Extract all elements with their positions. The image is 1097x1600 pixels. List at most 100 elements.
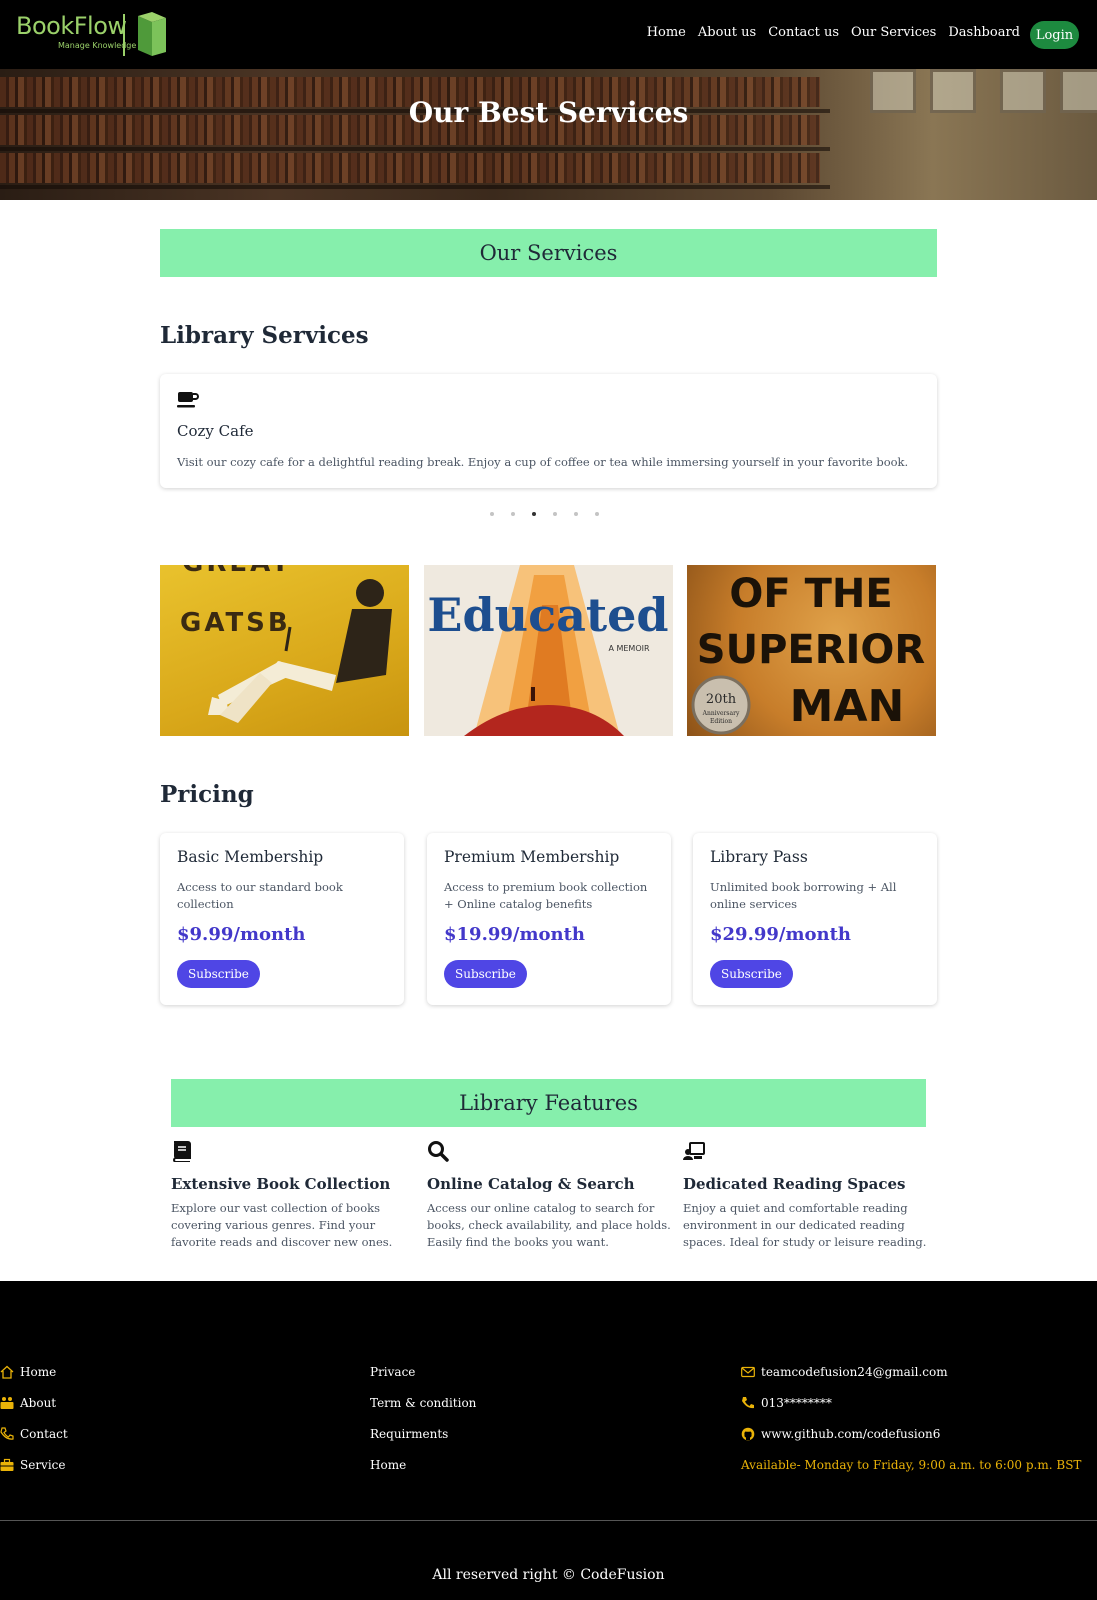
pricing-heading: Pricing <box>160 781 254 808</box>
phone-icon <box>742 1397 754 1409</box>
footer-link-label: About <box>20 1396 57 1410</box>
feature-description: Explore our vast collection of books cov… <box>171 1201 393 1249</box>
book-cover-educated[interactable]: Educated A MEMOIR <box>424 565 673 736</box>
feature-title: Extensive Book Collection <box>171 1175 391 1193</box>
main-nav: Home About us Contact us Our Services Da… <box>647 25 1020 40</box>
book-icon <box>173 1141 191 1162</box>
footer-link-requirements[interactable]: Requirments <box>370 1427 448 1441</box>
footer-link-about[interactable]: About <box>0 1396 56 1410</box>
cover-word: OF THE <box>729 571 892 617</box>
gatsby-cover-art: GREAT GATSB <box>180 565 392 723</box>
anniversary-badge-text: 20th <box>706 692 737 707</box>
footer-link-terms[interactable]: Term & condition <box>370 1396 476 1410</box>
navbar: BookFlow Manage Knowledge Home About us … <box>0 0 1097 69</box>
subscribe-button-library-pass[interactable]: Subscribe <box>710 960 793 988</box>
service-name: Cozy Cafe <box>177 422 254 440</box>
plan-description: Access to our standard book collection <box>177 880 343 911</box>
carousel-dot[interactable] <box>511 512 515 516</box>
footer-link-service[interactable]: Service <box>0 1458 66 1472</box>
cover-word: A MEMOIR <box>608 644 650 653</box>
footer-link-label: Contact <box>20 1427 68 1441</box>
home-icon <box>0 1365 14 1379</box>
contact-github[interactable]: www.github.com/codefusion6 <box>741 1427 940 1441</box>
cover-word: GATSB <box>180 608 291 638</box>
briefcase-icon <box>0 1458 14 1471</box>
phone-icon <box>0 1427 14 1440</box>
educated-cover-art: Educated A MEMOIR <box>427 565 669 736</box>
feature-description: Enjoy a quiet and comfortable reading en… <box>683 1201 927 1249</box>
plan-price: $9.99/month <box>177 924 306 945</box>
contact-phone-text: 013******** <box>761 1396 832 1410</box>
footer-link-label: Home <box>20 1365 57 1379</box>
shelf <box>0 147 830 151</box>
plan-price: $29.99/month <box>710 924 852 945</box>
mail-icon <box>741 1366 755 1378</box>
plan-name: Premium Membership <box>444 848 620 866</box>
plan-description: Access to premium book collection + Onli… <box>444 880 648 911</box>
pricing-card-basic: Basic Membership Access to our standard … <box>160 833 404 1005</box>
coffee-cup-icon <box>177 392 199 408</box>
contact-github-text: www.github.com/codefusion6 <box>761 1427 941 1441</box>
plan-description: Unlimited book borrowing + All online se… <box>710 880 897 911</box>
nav-home[interactable]: Home <box>647 25 686 40</box>
footer-link-contact[interactable]: Contact <box>0 1427 68 1441</box>
bookflow-logo[interactable]: BookFlow Manage Knowledge <box>16 12 166 58</box>
service-description: Visit our cozy cafe for a delightful rea… <box>177 455 909 469</box>
anniversary-badge-text: Edition <box>710 718 732 725</box>
library-services-heading: Library Services <box>160 322 369 349</box>
footer-link-home-secondary[interactable]: Home <box>370 1458 406 1472</box>
carousel-dot-active[interactable] <box>532 512 536 516</box>
service-card-cozy-cafe: Cozy Cafe Visit our cozy cafe for a deli… <box>160 374 937 488</box>
reading-space-icon <box>683 1142 705 1160</box>
contact-phone[interactable]: 013******** <box>741 1396 832 1410</box>
github-icon <box>741 1427 755 1441</box>
cover-word: Educated <box>427 588 668 642</box>
feature-description: Access our online catalog to search for … <box>427 1201 671 1249</box>
cover-word: SUPERIOR <box>697 627 925 673</box>
cover-word: GREAT <box>182 565 292 578</box>
hero-banner: Our Best Services <box>0 69 1097 200</box>
bookshelf-row <box>0 153 820 183</box>
hero-title: Our Best Services <box>408 96 689 129</box>
about-icon <box>0 1397 14 1409</box>
footer-link-privacy[interactable]: Privace <box>370 1365 415 1379</box>
subscribe-button-premium[interactable]: Subscribe <box>444 960 527 988</box>
book-cover-way-of-the-superior-man[interactable]: OF THE SUPERIOR MAN 20th Anniversary Edi… <box>687 565 936 736</box>
footer-link-label: Service <box>20 1458 66 1472</box>
search-icon <box>428 1141 449 1162</box>
superior-man-cover-art: OF THE SUPERIOR MAN 20th Anniversary Edi… <box>691 571 925 735</box>
anniversary-badge-text: Anniversary <box>702 710 740 717</box>
our-services-banner: Our Services <box>160 229 937 277</box>
cover-word: MAN <box>790 681 905 732</box>
feature-title: Online Catalog & Search <box>427 1175 635 1193</box>
subscribe-button-basic[interactable]: Subscribe <box>177 960 260 988</box>
nav-our-services[interactable]: Our Services <box>851 25 936 40</box>
nav-about-us[interactable]: About us <box>698 25 756 40</box>
library-features-banner: Library Features <box>171 1079 926 1127</box>
logo-name: BookFlow <box>16 12 127 40</box>
availability-text: Available- Monday to Friday, 9:00 a.m. t… <box>741 1458 1082 1472</box>
login-button[interactable]: Login <box>1030 21 1079 49</box>
plan-name: Basic Membership <box>177 848 324 866</box>
shelf <box>0 185 830 189</box>
carousel-dot[interactable] <box>595 512 599 516</box>
carousel-dot[interactable] <box>574 512 578 516</box>
book-cover-great-gatsby[interactable]: GREAT GATSB <box>160 565 409 736</box>
carousel-dot[interactable] <box>553 512 557 516</box>
book-logo-icon <box>123 12 166 56</box>
carousel-dot[interactable] <box>490 512 494 516</box>
pricing-card-library-pass: Library Pass Unlimited book borrowing + … <box>693 833 937 1005</box>
feature-title: Dedicated Reading Spaces <box>683 1175 906 1193</box>
footer: Home About Contact Service Privace Term … <box>0 1281 1097 1600</box>
contact-email-text: teamcodefusion24@gmail.com <box>761 1365 948 1379</box>
plan-price: $19.99/month <box>444 924 586 945</box>
footer-divider <box>0 1520 1097 1521</box>
nav-dashboard[interactable]: Dashboard <box>948 25 1020 40</box>
copyright-text: All reserved right © CodeFusion <box>432 1567 665 1583</box>
footer-link-home[interactable]: Home <box>0 1365 56 1379</box>
contact-email[interactable]: teamcodefusion24@gmail.com <box>741 1365 948 1379</box>
pricing-card-premium: Premium Membership Access to premium boo… <box>427 833 671 1005</box>
nav-contact-us[interactable]: Contact us <box>768 25 839 40</box>
carousel-dots <box>490 512 599 516</box>
plan-name: Library Pass <box>710 848 808 866</box>
